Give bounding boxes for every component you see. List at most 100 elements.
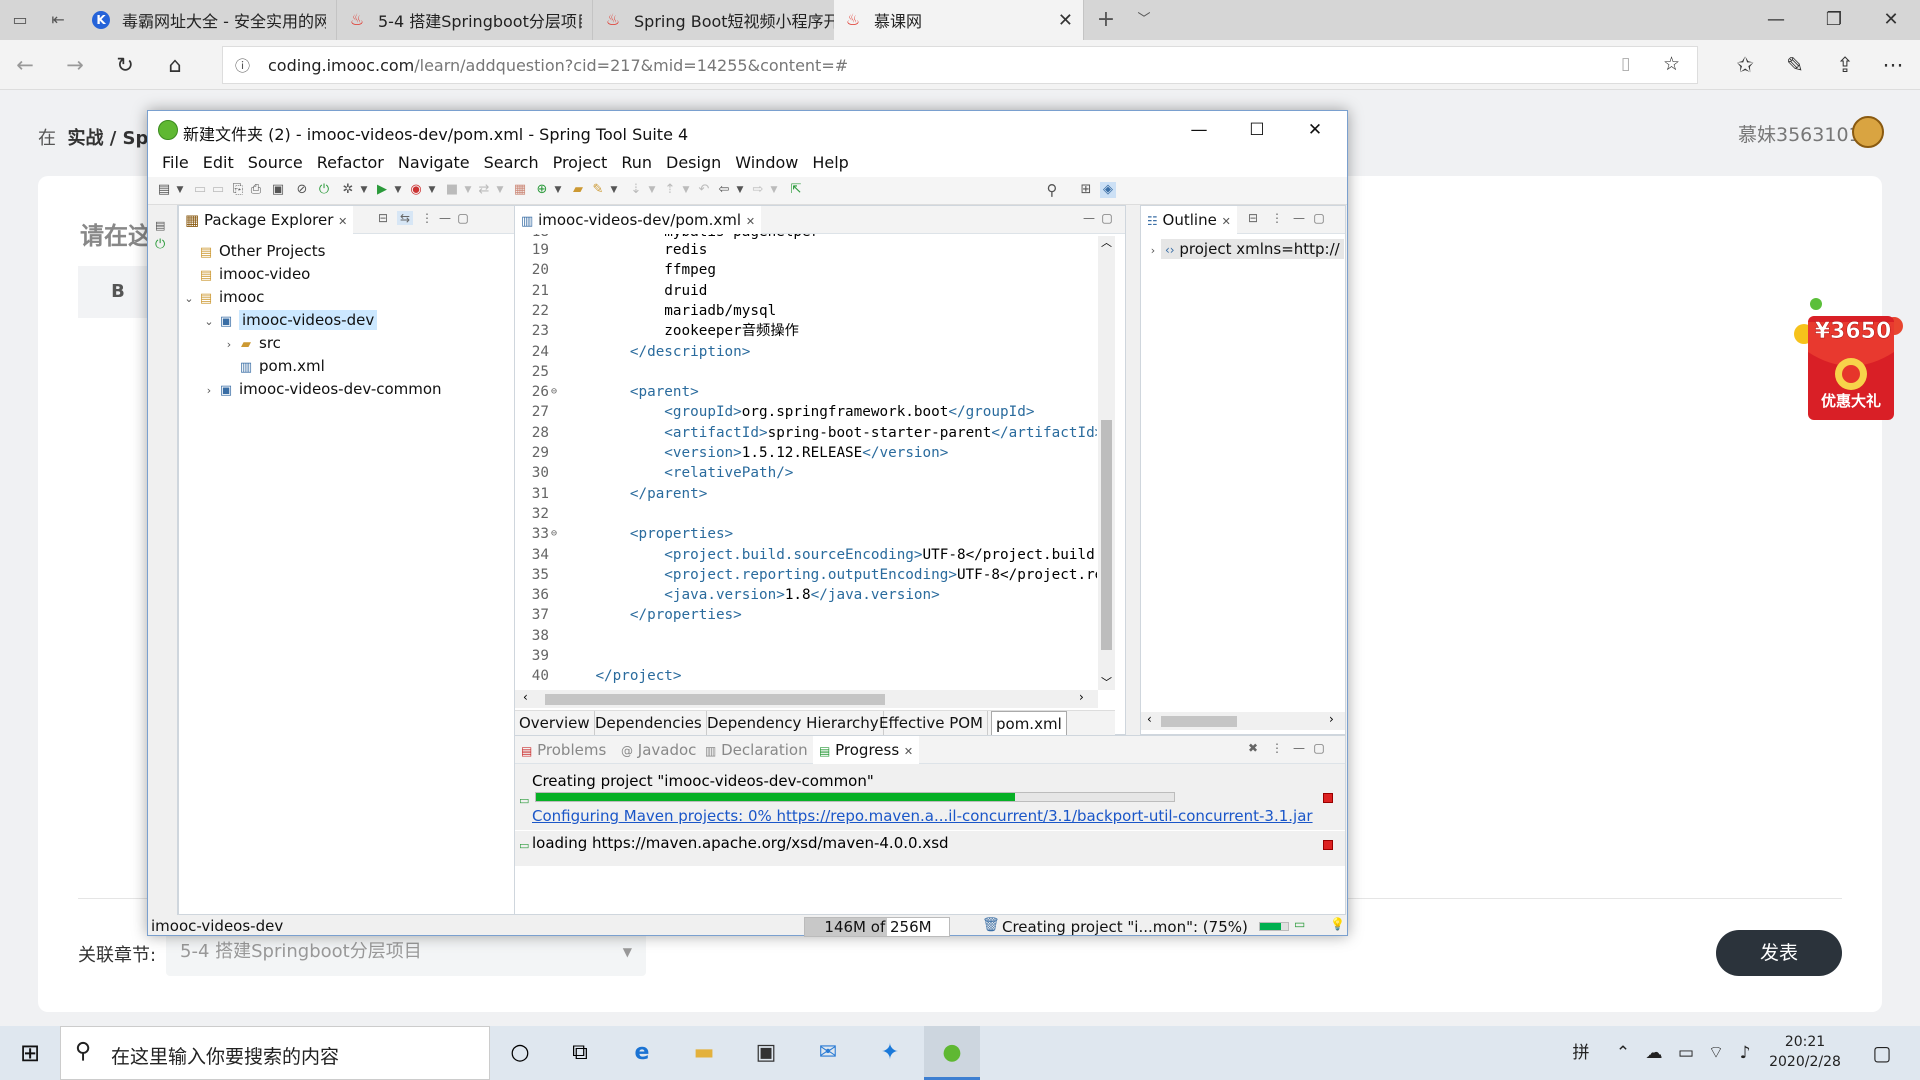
- nav-forward-icon[interactable]: ⇨: [750, 182, 766, 198]
- nav-forward-dropdown-chevron-icon[interactable]: ▼: [766, 182, 782, 198]
- editor-vertical-scrollbar[interactable]: ︿ ﹀: [1098, 236, 1115, 690]
- cortana-icon[interactable]: ○: [492, 1026, 548, 1080]
- tree-item-imooc-videos-dev[interactable]: ⌄ ▣ imooc-videos-dev: [201, 309, 378, 331]
- promo-badge[interactable]: 优惠大礼 ¥3650: [1790, 296, 1908, 424]
- tree-item-imooc[interactable]: ⌄ ▤ imooc: [181, 286, 264, 308]
- clock[interactable]: 20:21 2020/2/28: [1760, 1032, 1850, 1072]
- last-edit-icon[interactable]: ↶: [696, 182, 712, 198]
- scroll-left-icon[interactable]: ‹: [523, 690, 528, 704]
- pen-dropdown-chevron-icon[interactable]: ▼: [606, 182, 622, 198]
- progress-view-icon[interactable]: ▭: [1294, 917, 1305, 931]
- browser-tab-2[interactable]: ♨ 5-4 搭建Springboot分层项目: [338, 0, 593, 40]
- scroll-right-icon[interactable]: ›: [1329, 712, 1334, 726]
- collapse-all-icon[interactable]: ⊟: [375, 211, 391, 225]
- task-1-subtask-link[interactable]: Configuring Maven projects: 0% https://r…: [532, 807, 1313, 825]
- collapsed-chevron-icon[interactable]: ›: [1145, 240, 1161, 262]
- sts-maximize-icon[interactable]: ☐: [1228, 111, 1286, 149]
- taskbar-search-box[interactable]: ⚲ 在这里输入你要搜索的内容: [60, 1026, 490, 1080]
- tab-dependencies[interactable]: Dependencies: [591, 711, 707, 737]
- tab-pom-xml-source[interactable]: pom.xml: [991, 711, 1067, 737]
- close-view-icon[interactable]: ✕: [904, 745, 913, 758]
- tree-item-other-projects[interactable]: ▤ Other Projects: [181, 240, 326, 262]
- prev-annotation-dropdown-chevron-icon[interactable]: ▼: [678, 182, 694, 198]
- cancel-task-2-icon[interactable]: [1323, 840, 1333, 850]
- menu-source[interactable]: Source: [241, 149, 310, 177]
- refresh-icon[interactable]: ↻: [110, 50, 140, 80]
- new-tab-icon[interactable]: +: [1094, 8, 1118, 32]
- windows-start-icon[interactable]: ⊞: [0, 1026, 60, 1080]
- view-menu-icon[interactable]: ⋮: [1269, 741, 1285, 755]
- sts-close-icon[interactable]: ✕: [1286, 111, 1344, 149]
- forward-icon[interactable]: →: [60, 50, 90, 80]
- address-url[interactable]: coding.imooc.com/learn/addquestion?cid=2…: [268, 56, 848, 75]
- menu-help[interactable]: Help: [805, 149, 855, 177]
- tab-javadoc[interactable]: @ Javadoc: [615, 736, 702, 764]
- tip-lightbulb-icon[interactable]: 💡: [1330, 917, 1345, 931]
- java-perspective-icon[interactable]: ◈: [1100, 182, 1116, 198]
- user-name[interactable]: 慕妹3563101: [1738, 120, 1861, 147]
- tree-item-imooc-video[interactable]: ▤ imooc-video: [181, 263, 311, 285]
- maximize-icon[interactable]: ❐: [1805, 0, 1863, 40]
- store-icon[interactable]: ▣: [738, 1026, 794, 1080]
- web-note-pen-icon[interactable]: ✎: [1780, 50, 1810, 80]
- open-type-icon[interactable]: ⎘: [230, 182, 246, 198]
- share-icon[interactable]: ⇪: [1830, 50, 1860, 80]
- disconnect-icon[interactable]: ⇄: [476, 182, 492, 198]
- scroll-left-icon[interactable]: ‹: [1147, 712, 1152, 726]
- menu-project[interactable]: Project: [546, 149, 615, 177]
- new-java-project-icon[interactable]: ▦: [512, 182, 528, 198]
- editor-horizontal-scrollbar[interactable]: ‹ ›: [515, 690, 1098, 708]
- minimize-editor-icon[interactable]: —: [1081, 211, 1097, 225]
- status-progress-bar[interactable]: [1259, 922, 1289, 931]
- close-tab-icon[interactable]: ✕: [1058, 10, 1073, 31]
- collapsed-chevron-icon[interactable]: ›: [221, 334, 237, 356]
- tab-dependency-hierarchy[interactable]: Dependency Hierarchy: [703, 711, 884, 737]
- debug-icon[interactable]: ✲: [340, 182, 356, 198]
- outline-item-project[interactable]: › ‹› project xmlns=http://: [1145, 238, 1344, 260]
- external-tools-icon[interactable]: ◉: [408, 182, 424, 198]
- close-window-icon[interactable]: ✕: [1862, 0, 1920, 40]
- run-gc-trash-icon[interactable]: 🗑: [982, 917, 1000, 933]
- browser-tab-4-active[interactable]: ♨ 慕课网 ✕: [834, 0, 1084, 40]
- nav-back-icon[interactable]: ⇦: [716, 182, 732, 198]
- tab-pom-xml-editor[interactable]: ▥ imooc-videos-dev/pom.xml ✕: [515, 206, 762, 234]
- external-tools-dropdown-chevron-icon[interactable]: ▼: [424, 182, 440, 198]
- minimize-view-icon[interactable]: —: [437, 211, 453, 225]
- new-dropdown-chevron-icon[interactable]: ▼: [172, 182, 188, 198]
- boot-dashboard-view-icon[interactable]: ⏻: [155, 237, 165, 252]
- link-with-editor-icon[interactable]: ⇆: [397, 211, 413, 225]
- menu-run[interactable]: Run: [614, 149, 659, 177]
- tab-effective-pom[interactable]: Effective POM: [875, 711, 989, 737]
- tab-overview[interactable]: Overview: [515, 711, 595, 737]
- spring-tool-suite-taskbar-icon[interactable]: ●: [924, 1026, 980, 1080]
- reading-view-icon[interactable]: ▯: [1621, 54, 1630, 74]
- back-icon[interactable]: ←: [10, 50, 40, 80]
- horizontal-scroll-thumb[interactable]: [545, 694, 885, 705]
- minimize-icon[interactable]: —: [1747, 0, 1805, 40]
- vertical-scroll-thumb[interactable]: [1101, 420, 1112, 650]
- maximize-view-icon[interactable]: ▢: [1311, 211, 1327, 225]
- remove-all-finished-icon[interactable]: ✖: [1245, 741, 1261, 755]
- outline-scroll-thumb[interactable]: [1161, 716, 1237, 727]
- terminal-icon[interactable]: ▣: [270, 182, 286, 198]
- wifi-icon[interactable]: ⌔: [1702, 1026, 1730, 1080]
- minimize-view-icon[interactable]: —: [1291, 741, 1307, 755]
- favorites-hub-icon[interactable]: ✩: [1730, 50, 1760, 80]
- bold-button[interactable]: B: [78, 266, 158, 318]
- battery-icon[interactable]: ▭: [1672, 1026, 1700, 1080]
- favorite-star-icon[interactable]: ☆: [1663, 53, 1680, 75]
- browser-tab-1[interactable]: K 毒霸网址大全 - 安全实用的网: [82, 0, 337, 40]
- tab-outline[interactable]: ☷ Outline ✕: [1141, 206, 1237, 234]
- menu-edit[interactable]: Edit: [196, 149, 241, 177]
- menu-navigate[interactable]: Navigate: [391, 149, 477, 177]
- more-menu-icon[interactable]: ⋯: [1878, 50, 1908, 80]
- tree-item-pom-xml[interactable]: ▥ pom.xml: [221, 355, 325, 377]
- publish-button[interactable]: 发表: [1716, 930, 1842, 976]
- tab-progress[interactable]: ▤ Progress ✕: [813, 736, 920, 764]
- menu-design[interactable]: Design: [659, 149, 728, 177]
- maximize-editor-icon[interactable]: ▢: [1099, 211, 1115, 225]
- save-icon[interactable]: ▭: [192, 182, 208, 198]
- tab-preview-chevron-icon[interactable]: ﹀: [1132, 8, 1156, 32]
- home-icon[interactable]: ⌂: [160, 50, 190, 80]
- stop-icon[interactable]: ■: [444, 182, 460, 198]
